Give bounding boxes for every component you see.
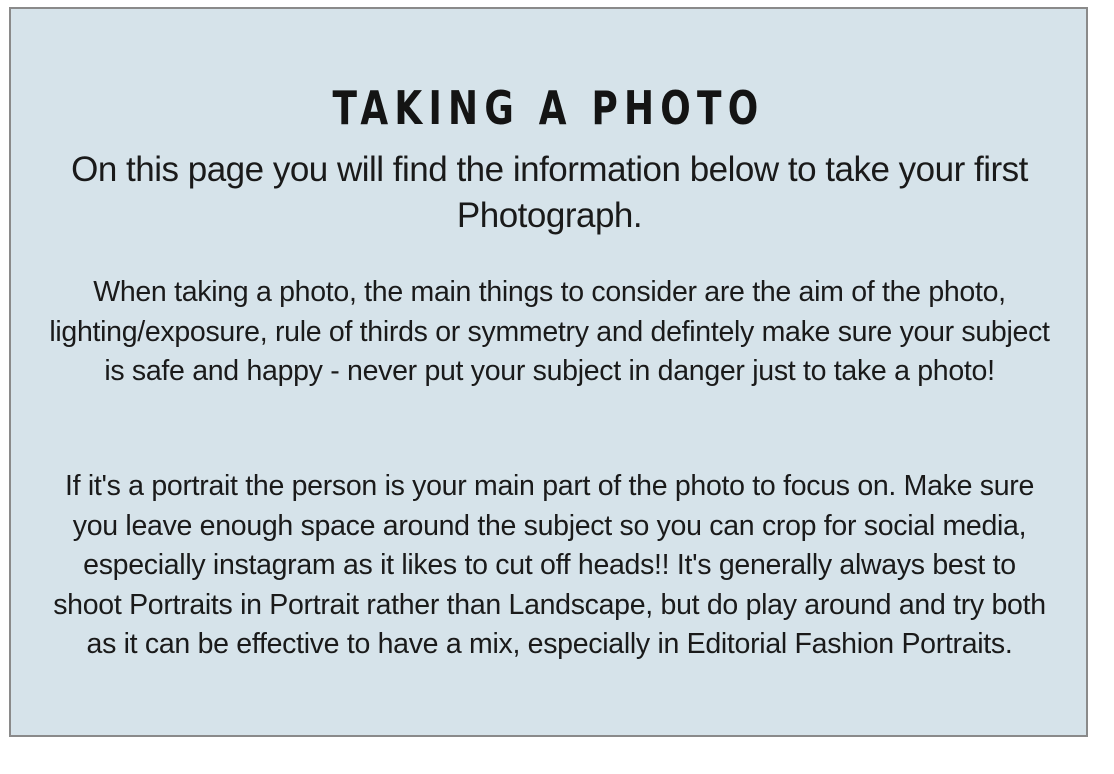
page-subtitle: On this page you will find the informati… <box>71 150 1028 235</box>
info-card: TAKING A PHOTO On this page you will fin… <box>9 7 1088 737</box>
body-paragraph-2: If it's a portrait the person is your ma… <box>53 470 1046 660</box>
body-paragraph-1: When taking a photo, the main things to … <box>49 276 1050 387</box>
page-title: TAKING A PHOTO <box>332 81 765 135</box>
